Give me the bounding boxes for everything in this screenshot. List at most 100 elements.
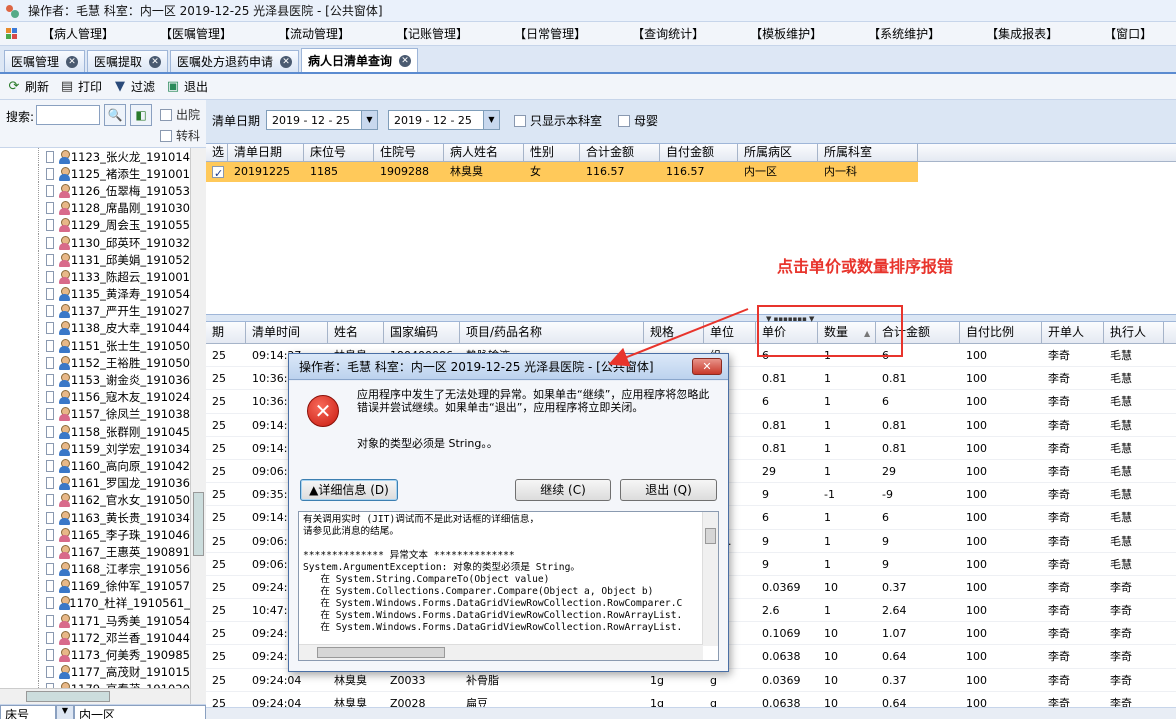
patient-tree-item[interactable]: 1170_杜祥_1910561_	[0, 594, 190, 612]
bed-select[interactable]: 床号	[0, 704, 56, 719]
patient-tree-item[interactable]: 1152_王裕胜_191050	[0, 354, 190, 372]
close-icon[interactable]: ✕	[280, 55, 293, 68]
patient-tree-item[interactable]: 1157_徐凤兰_191038	[0, 405, 190, 423]
patient-checkbox[interactable]	[46, 459, 55, 472]
patient-tree-item[interactable]: 1163_黄长贵_191034	[0, 508, 190, 526]
date-from-picker[interactable]: 2019 - 12 - 25 ▼	[266, 110, 378, 130]
tree-vertical-scrollbar[interactable]	[190, 148, 206, 704]
mother-baby-checkbox[interactable]: 母婴	[618, 112, 658, 129]
patient-checkbox[interactable]	[46, 167, 55, 180]
menu-grid-icon[interactable]	[6, 27, 17, 40]
refresh-button[interactable]: ⟳ 刷新	[6, 78, 49, 95]
details-vertical-scrollbar[interactable]	[702, 512, 718, 646]
patient-tree-item[interactable]: 1158_张群刚_191045	[0, 423, 190, 440]
column-header[interactable]: 合计金额	[580, 144, 660, 161]
column-header[interactable]: 国家编码	[384, 322, 460, 343]
patient-checkbox[interactable]	[46, 305, 55, 318]
patient-tree-item[interactable]: 1130_邱英环_191032	[0, 233, 190, 251]
patient-tree-item[interactable]: 1167_王惠英_190891	[0, 543, 190, 561]
patient-tree-item[interactable]: 1125_褚添生_191001	[0, 165, 190, 183]
patient-checkbox[interactable]	[46, 666, 55, 679]
patient-tree-item[interactable]: 1169_徐仲军_191057	[0, 577, 190, 595]
column-header[interactable]: 自付比例	[960, 322, 1042, 343]
chevron-down-icon[interactable]: ▼	[483, 111, 499, 129]
column-header[interactable]: 开单人	[1042, 322, 1104, 343]
patient-checkbox[interactable]	[46, 597, 54, 610]
patient-tree-item[interactable]: 1162_官水女_191050	[0, 491, 190, 509]
close-icon[interactable]: ✕	[66, 55, 79, 68]
table-row[interactable]: 25 09:24:04 林臭臭 Z0033 补骨脂 1g g 0.0369 10 0.37 100 李…	[206, 669, 1176, 692]
column-header[interactable]: 选	[206, 144, 228, 161]
scroll-thumb[interactable]	[26, 691, 110, 702]
patient-checkbox[interactable]	[46, 253, 55, 266]
details-button[interactable]: ▲详细信息 (D)	[300, 479, 398, 501]
filter-button[interactable]: ▼ 过滤	[112, 78, 155, 95]
patient-tree-item[interactable]: 1131_邱美娟_191052	[0, 251, 190, 269]
patient-checkbox[interactable]	[46, 545, 55, 558]
search-input[interactable]	[36, 105, 100, 125]
menu-daily-mgmt[interactable]: 【日常管理】	[507, 25, 593, 42]
column-header[interactable]: 性别	[524, 144, 580, 161]
quit-button[interactable]: 退出 (Q)	[620, 479, 717, 501]
table-row[interactable]: 20191225 1185 1909288 林臭臭 女 116.57 116.57 内一区 内一…	[206, 162, 918, 182]
patient-checkbox[interactable]	[46, 288, 55, 301]
continue-button[interactable]: 继续 (C)	[515, 479, 611, 501]
patient-checkbox[interactable]	[46, 184, 55, 197]
patient-checkbox[interactable]	[46, 580, 55, 593]
search-button[interactable]: 🔍	[104, 104, 126, 126]
column-header[interactable]: 病人姓名	[444, 144, 524, 161]
patient-checkbox[interactable]	[46, 339, 55, 352]
menu-flow-mgmt[interactable]: 【流动管理】	[271, 25, 357, 42]
column-header[interactable]: 单位	[704, 322, 756, 343]
patient-checkbox[interactable]	[46, 408, 55, 421]
patient-tree-item[interactable]: 1171_马秀美_191054	[0, 612, 190, 630]
transfer-checkbox[interactable]: 转科	[160, 127, 200, 144]
tree-horizontal-scrollbar[interactable]	[0, 688, 190, 704]
patient-checkbox[interactable]	[46, 219, 55, 232]
patient-checkbox[interactable]	[46, 528, 55, 541]
patient-tree-item[interactable]: 1165_李子珠_191046	[0, 526, 190, 544]
patient-checkbox[interactable]	[46, 391, 55, 404]
patient-checkbox[interactable]	[46, 494, 55, 507]
patient-checkbox[interactable]	[46, 649, 55, 662]
menu-template[interactable]: 【模板维护】	[743, 25, 829, 42]
patient-tree-item[interactable]: 1172_邓兰香_191044	[0, 629, 190, 647]
patient-tree-item[interactable]: 1135_黄泽寿_191054	[0, 285, 190, 303]
patient-checkbox[interactable]	[46, 425, 55, 438]
patient-checkbox[interactable]	[46, 614, 55, 627]
patient-tree-item[interactable]: 1126_伍翠梅_191053	[0, 182, 190, 200]
column-header[interactable]: 姓名	[328, 322, 384, 343]
patient-checkbox[interactable]	[46, 511, 55, 524]
column-header[interactable]: 自付金额	[660, 144, 738, 161]
patient-tree-item[interactable]: 1173_何美秀_190985	[0, 646, 190, 664]
column-header[interactable]: 清单时间	[246, 322, 328, 343]
column-header[interactable]: 所属病区	[738, 144, 818, 161]
tab-return-request[interactable]: 医嘱处方退药申请 ✕	[170, 50, 300, 72]
patient-checkbox[interactable]	[46, 270, 55, 283]
close-icon[interactable]: ✕	[149, 55, 162, 68]
discharged-checkbox[interactable]: 出院	[160, 106, 200, 123]
patient-checkbox[interactable]	[46, 202, 55, 215]
detail-horizontal-scrollbar[interactable]	[206, 707, 1176, 719]
patient-checkbox[interactable]	[46, 236, 55, 249]
column-header[interactable]: 住院号	[374, 144, 444, 161]
close-icon[interactable]: ✕	[399, 54, 412, 67]
only-dept-checkbox[interactable]: 只显示本科室	[514, 112, 602, 129]
print-button[interactable]: ▤ 打印	[59, 78, 102, 95]
patient-tree-item[interactable]: 1168_江孝宗_191056	[0, 560, 190, 578]
patient-tree-item[interactable]: 1137_严开生_191027	[0, 302, 190, 320]
tab-daily-list-query[interactable]: 病人日清单查询 ✕	[301, 48, 419, 72]
patient-checkbox[interactable]	[46, 442, 55, 455]
menu-reports[interactable]: 【集成报表】	[979, 25, 1065, 42]
column-header[interactable]: 期	[206, 322, 246, 343]
patient-checkbox[interactable]	[46, 322, 55, 335]
column-header[interactable]: 所属科室	[818, 144, 918, 161]
patient-tree-item[interactable]: 1156_寇木友_191024	[0, 388, 190, 406]
column-header[interactable]: 床位号	[304, 144, 374, 161]
ward-select[interactable]: 内一区	[74, 704, 206, 719]
menu-system[interactable]: 【系统维护】	[861, 25, 947, 42]
patient-tree-item[interactable]: 1138_皮大幸_191044	[0, 319, 190, 337]
patient-tree-item[interactable]: 1123_张火龙_191014	[0, 148, 190, 165]
panel-splitter[interactable]: ▼ ▪▪▪▪▪▪▪ ▼	[206, 314, 1176, 323]
patient-checkbox[interactable]	[46, 150, 55, 163]
